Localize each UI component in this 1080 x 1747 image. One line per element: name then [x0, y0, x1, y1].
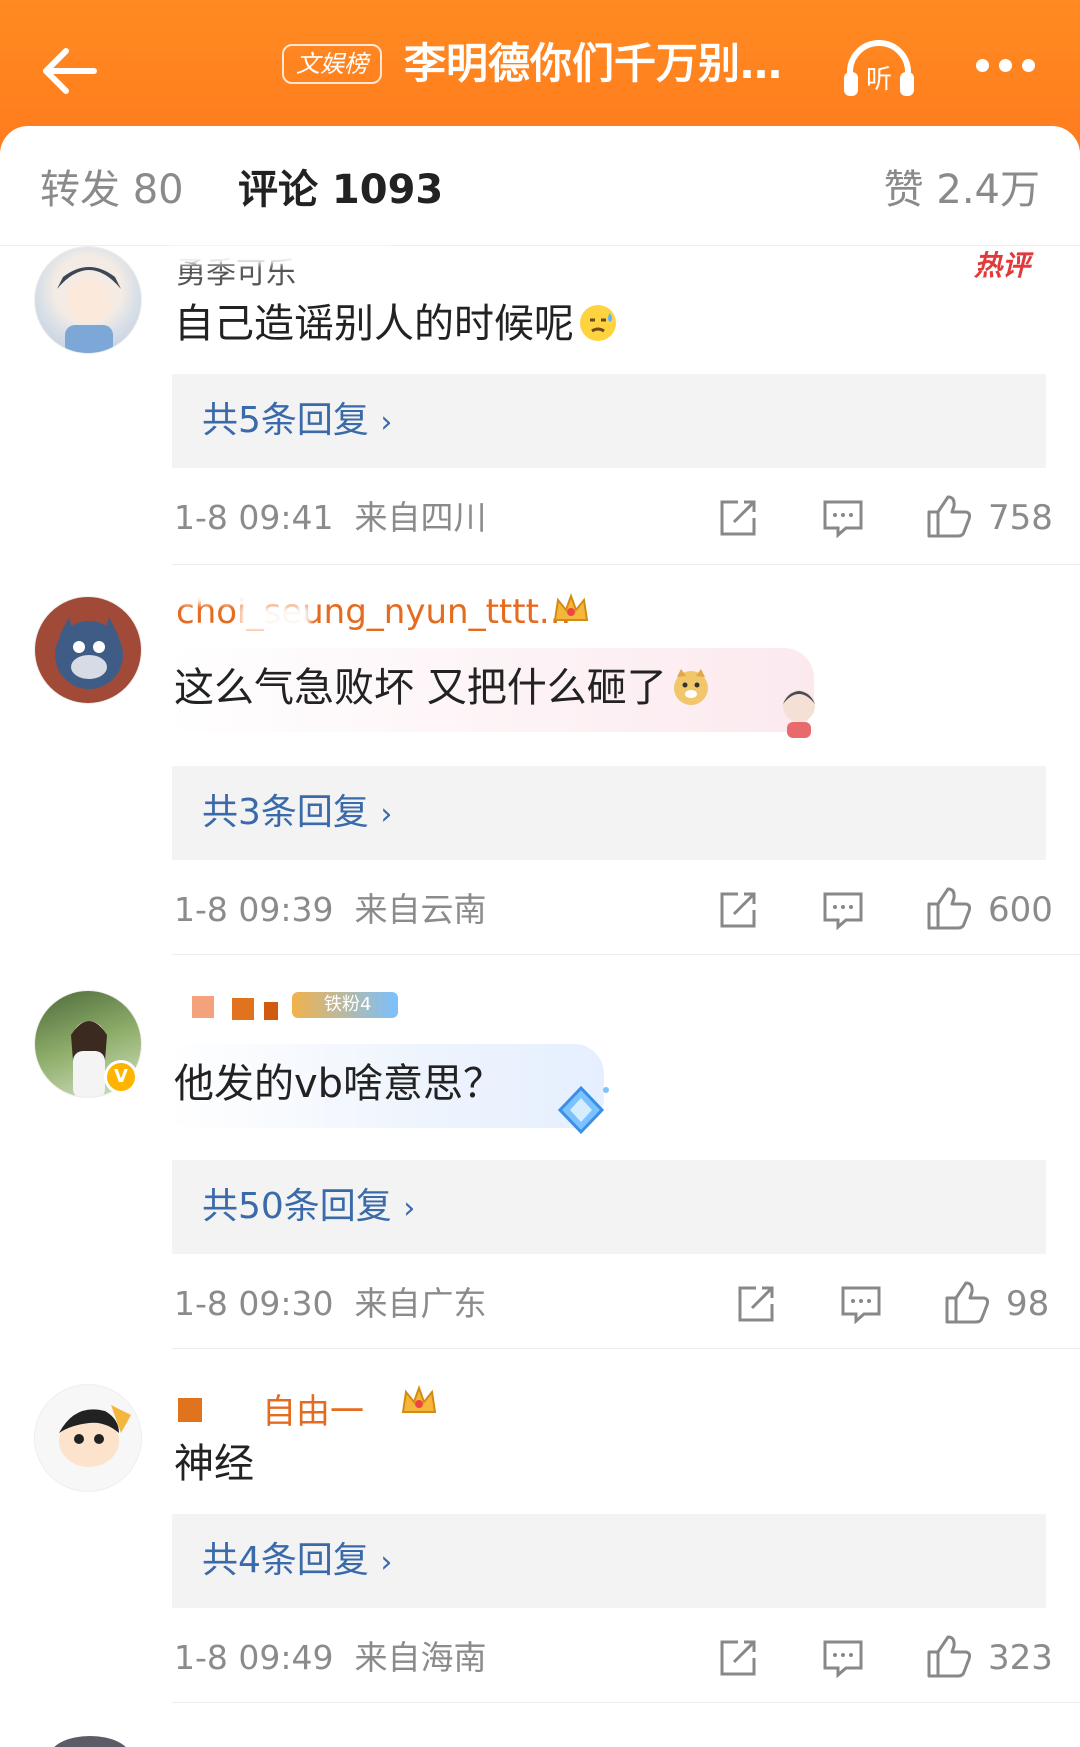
- comment-text-body: 这么气急败坏 又把什么砸了: [174, 665, 667, 711]
- verified-badge-icon: V: [104, 1060, 138, 1094]
- tab-repost[interactable]: 转发 80: [40, 162, 184, 218]
- avatar[interactable]: [50, 1736, 130, 1747]
- comment-item: 自由一 神经 共4条回复 › 1-8 09:49 来自海南 323: [0, 1384, 1080, 1724]
- divider: [172, 1702, 1080, 1703]
- comment-text: 自己造谣别人的时候呢: [174, 296, 618, 352]
- replies-box[interactable]: 共3条回复 ›: [172, 766, 1046, 860]
- username-redacted: [232, 998, 254, 1020]
- comment-text: 神经: [174, 1441, 254, 1487]
- avatar[interactable]: [34, 1384, 142, 1492]
- tab-comment[interactable]: 评论 1093: [238, 162, 443, 218]
- replies-link[interactable]: 共50条回复 ›: [202, 1182, 415, 1234]
- replies-box[interactable]: 共4条回复 ›: [172, 1514, 1046, 1608]
- comment-icon[interactable]: [822, 1638, 864, 1678]
- username-redacted: [264, 1002, 278, 1020]
- comment-text: 这么气急败坏 又把什么砸了: [174, 660, 711, 716]
- avatar[interactable]: [34, 246, 142, 354]
- location: 来自海南: [354, 1638, 487, 1677]
- comment-icon[interactable]: [822, 890, 864, 930]
- username-redacted: [192, 996, 214, 1018]
- comment-text-body: 自己造谣别人的时候呢: [174, 301, 574, 347]
- comment-item: choi_seung_nyun_tttt... 这么气急败坏 又把什么砸了 共3…: [0, 588, 1080, 955]
- tab-like[interactable]: 赞 2.4万: [884, 162, 1040, 218]
- replies-link[interactable]: 共3条回复 ›: [202, 788, 392, 840]
- more-dots-icon[interactable]: [976, 50, 1038, 80]
- location: 来自四川: [354, 498, 487, 537]
- share-icon[interactable]: [718, 890, 758, 930]
- listen-label: 听: [866, 65, 892, 95]
- comment-meta: 1-8 09:30 来自广东: [174, 1282, 486, 1326]
- avatar[interactable]: [34, 596, 142, 704]
- divider: [172, 564, 1080, 565]
- diamond-sticker-icon: [557, 1085, 609, 1135]
- like-count: 758: [988, 498, 1053, 538]
- replies-count: 共4条回复: [202, 1540, 369, 1581]
- location: 来自广东: [354, 1284, 487, 1323]
- comment-meta: 1-8 09:49 来自海南: [174, 1636, 486, 1680]
- hot-comment-tag: 热评: [973, 249, 1030, 282]
- timestamp: 1-8 09:49: [174, 1638, 334, 1677]
- fan-badge: 铁粉4: [292, 992, 398, 1018]
- comment-item: V 铁粉4 他发的vb啥意思？ 共50条回复 › 1-8 09:30 来自广东 …: [0, 988, 1080, 1349]
- comment-icon[interactable]: [822, 498, 864, 538]
- like-count: 600: [988, 890, 1053, 930]
- sweat-emoji-icon: [580, 305, 616, 341]
- crown-icon: [401, 1385, 437, 1413]
- doge-emoji-icon: [673, 669, 708, 705]
- divider: [172, 954, 1080, 955]
- page-title: 李明德你们千万别...: [404, 39, 784, 88]
- comment-meta: 1-8 09:39 来自云南: [174, 888, 486, 932]
- thumbs-up-icon[interactable]: [944, 1280, 990, 1324]
- share-icon[interactable]: [718, 498, 758, 538]
- thumbs-up-icon[interactable]: [926, 886, 972, 930]
- comment-icon[interactable]: [840, 1284, 882, 1324]
- share-icon[interactable]: [718, 1638, 758, 1678]
- username-redacted: [178, 1398, 202, 1422]
- thumbs-up-icon[interactable]: [926, 1634, 972, 1678]
- sticker-icon: [783, 690, 815, 738]
- thumbs-up-icon[interactable]: [926, 494, 972, 538]
- replies-count: 共3条回复: [202, 792, 369, 833]
- replies-link[interactable]: 共5条回复 ›: [202, 396, 392, 448]
- replies-count: 共5条回复: [202, 400, 369, 441]
- divider: [172, 1348, 1080, 1349]
- topic-badge[interactable]: 文娱榜: [282, 44, 382, 84]
- username[interactable]: 自由一: [262, 1384, 364, 1433]
- listen-button[interactable]: 听: [840, 38, 918, 100]
- replies-box[interactable]: 共50条回复 ›: [172, 1160, 1046, 1254]
- replies-link[interactable]: 共4条回复 ›: [202, 1536, 392, 1588]
- back-arrow-icon[interactable]: [36, 36, 106, 106]
- like-count: 323: [988, 1638, 1053, 1678]
- comment-meta: 1-8 09:41 来自四川: [174, 496, 486, 540]
- tab-bar: 转发 80 评论 1093 赞 2.4万: [0, 126, 1080, 246]
- comment-item: 勇季可乐 热评 自己造谣别人的时候呢 共5条回复 › 1-8 09:41 来自四…: [0, 246, 1080, 566]
- like-count: 98: [1006, 1284, 1050, 1324]
- replies-count: 共50条回复: [202, 1186, 392, 1227]
- timestamp: 1-8 09:41: [174, 498, 334, 537]
- location: 来自云南: [354, 890, 487, 929]
- replies-box[interactable]: 共5条回复 ›: [172, 374, 1046, 468]
- timestamp: 1-8 09:39: [174, 890, 334, 929]
- timestamp: 1-8 09:30: [174, 1284, 334, 1323]
- comment-text: 他发的vb啥意思？: [174, 1061, 504, 1107]
- crown-icon: [553, 593, 589, 621]
- share-icon[interactable]: [736, 1284, 776, 1324]
